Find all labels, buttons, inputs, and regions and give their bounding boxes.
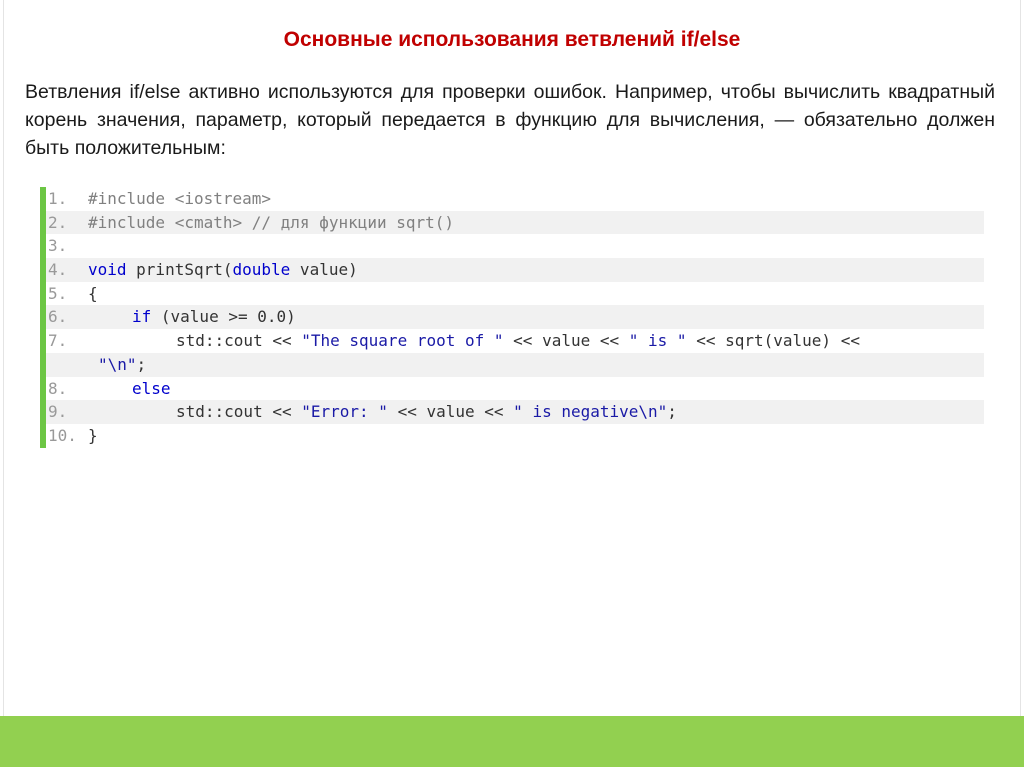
code-line: 1. #include <iostream>: [40, 187, 984, 211]
code-line: 6. if (value >= 0.0): [40, 305, 984, 330]
slide-title: Основные использования ветвлений if/else: [283, 28, 741, 51]
code-token: void: [88, 260, 127, 280]
line-number: 10.: [48, 425, 77, 445]
code-line: 5. {: [40, 281, 984, 306]
line-number: 3.: [48, 236, 68, 256]
code-token: "Error: ": [301, 402, 388, 422]
line-number: 1.: [48, 189, 68, 208]
code-token: " is ": [628, 331, 687, 351]
code-token: // для функции sqrt(): [242, 212, 455, 232]
code-token: }: [88, 425, 98, 445]
code-line: 2. #include <cmath> // для функции sqrt(): [40, 210, 984, 235]
intro-paragraph: Ветвления if/else активно используются д…: [25, 81, 995, 159]
code-token: if: [132, 307, 152, 327]
slide-frame-left: [3, 0, 4, 716]
code-token: "\n": [98, 354, 137, 374]
slide-frame-right: [1020, 0, 1021, 716]
code-token: (value >= 0.0): [151, 307, 296, 327]
code-token: printSqrt(: [126, 260, 233, 280]
code-line: 4. void printSqrt(double value): [40, 258, 984, 282]
code-line: 10.}: [40, 423, 984, 448]
code-token: #include <iostream>: [88, 189, 272, 208]
line-number: 4.: [48, 260, 68, 280]
code-token: << value <<: [503, 331, 629, 351]
code-listing: 1. #include <iostream> 2. #include <cmath> …: [40, 187, 984, 448]
code-token: << value <<: [387, 402, 514, 422]
footer-bar: [0, 716, 1024, 767]
code-line-continuation: "\n";: [40, 352, 984, 377]
code-token: ;: [667, 402, 677, 422]
code-line: 7. std::cout << "The square root of " << …: [40, 329, 984, 353]
code-line: 8. else: [40, 376, 984, 401]
line-number: 7.: [48, 331, 68, 351]
code-token: double: [232, 260, 291, 280]
code-token: "The square root of ": [301, 331, 504, 351]
code-token: else: [132, 378, 171, 398]
code-token: ;: [136, 354, 147, 374]
code-token: << sqrt(value) <<: [686, 331, 860, 351]
line-number: 5.: [48, 283, 68, 303]
code-line: 3.: [40, 234, 984, 259]
line-number: 9.: [48, 402, 68, 422]
code-token: value): [290, 260, 358, 280]
code-token: #include <cmath>: [88, 212, 243, 232]
code-line: 9. std::cout << "Error: " << value << " i…: [40, 400, 984, 424]
code-token: " is negative\n": [513, 402, 668, 422]
code-token: {: [88, 283, 98, 303]
code-token: std::cout <<: [176, 331, 302, 351]
line-number: 2.: [48, 212, 68, 232]
line-number: 6.: [48, 307, 68, 327]
line-number: 8.: [48, 378, 68, 398]
code-token: std::cout <<: [176, 402, 302, 422]
